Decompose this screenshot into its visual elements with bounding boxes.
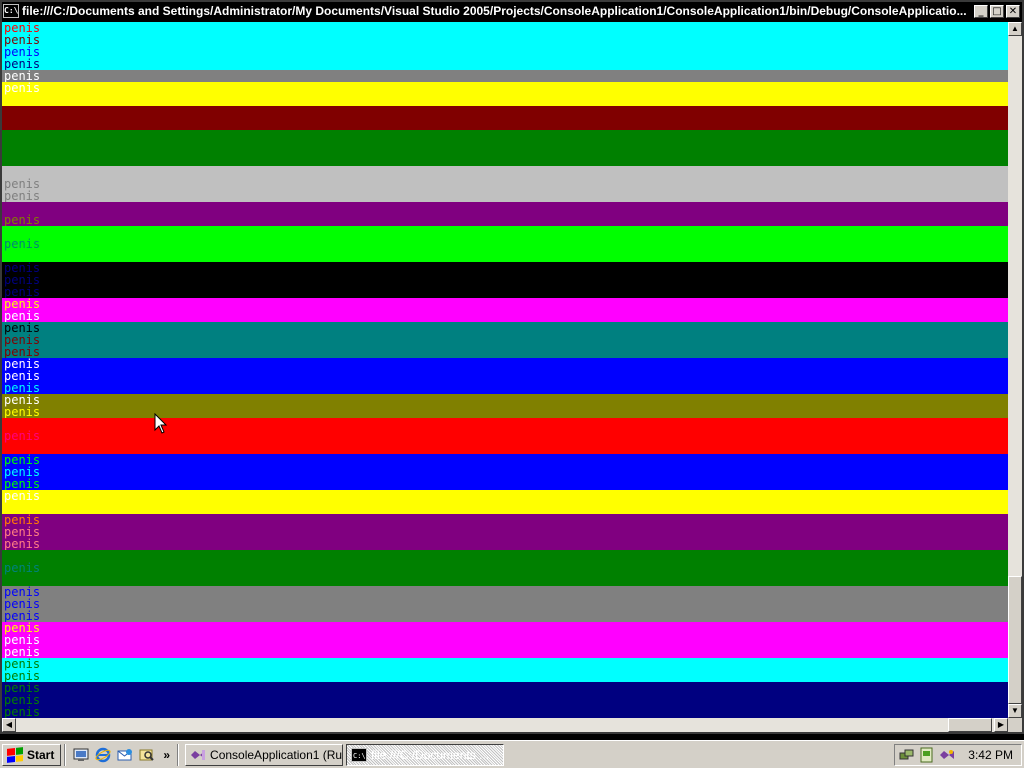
console-text-line: penis: [4, 705, 41, 718]
console-color-band: [2, 130, 1008, 166]
console-color-band: [2, 418, 1008, 454]
show-desktop-icon[interactable]: [73, 747, 89, 763]
scroll-down-arrow-icon[interactable]: ▼: [1008, 704, 1022, 718]
console-color-band: [2, 22, 1008, 70]
clock[interactable]: 3:42 PM: [968, 748, 1013, 762]
console-color-band: [2, 454, 1008, 490]
console-color-band: [2, 658, 1008, 682]
visual-studio-icon: [191, 749, 206, 760]
console-color-band: [2, 322, 1008, 358]
title-bar[interactable]: C:\ file:///C:/Documents and Settings/Ad…: [2, 2, 1022, 20]
outlook-express-icon[interactable]: [117, 747, 133, 763]
taskbar: Start » ConsoleApplication1 (Run... C:\ …: [0, 740, 1024, 768]
start-button[interactable]: Start: [2, 743, 62, 766]
horizontal-scroll-thumb[interactable]: [948, 718, 992, 732]
size-grip: [1008, 718, 1022, 732]
search-icon[interactable]: [139, 747, 155, 763]
console-color-band: [2, 166, 1008, 202]
vertical-scroll-thumb[interactable]: [1008, 576, 1022, 704]
console-color-band: [2, 514, 1008, 550]
task-label: file:///C:/Documents ...: [371, 747, 490, 762]
console-color-band: [2, 298, 1008, 322]
console-color-band: [2, 106, 1008, 130]
console-color-band: [2, 682, 1008, 718]
console-color-band: [2, 82, 1008, 106]
maximize-button[interactable]: □: [990, 4, 1004, 18]
quick-launch-bar: »: [69, 747, 174, 763]
start-label: Start: [27, 747, 55, 762]
console-app-icon[interactable]: C:\: [3, 4, 19, 18]
windows-logo-icon: [7, 746, 23, 763]
taskbar-separator: [64, 743, 67, 766]
minimize-button[interactable]: _: [974, 4, 988, 18]
svg-text:C:\: C:\: [353, 752, 366, 760]
console-output[interactable]: penis penis penis penis penis penis penis penis…: [2, 22, 1008, 718]
close-button[interactable]: ✕: [1006, 4, 1020, 18]
scroll-right-arrow-icon[interactable]: ▶: [994, 718, 1008, 732]
task-button-visual-studio[interactable]: ConsoleApplication1 (Run...: [185, 743, 344, 766]
console-window-icon: C:\: [351, 747, 368, 762]
taskbar-separator: [177, 743, 180, 766]
console-color-band: [2, 202, 1008, 226]
console-color-band: [2, 490, 1008, 514]
scroll-left-arrow-icon[interactable]: ◀: [2, 718, 16, 732]
system-tray: 3:42 PM: [894, 744, 1022, 766]
window-title: file:///C:/Documents and Settings/Admini…: [22, 4, 967, 18]
task-label: ConsoleApplication1 (Run...: [210, 747, 343, 762]
console-color-band: [2, 550, 1008, 586]
console-window: C:\ file:///C:/Documents and Settings/Ad…: [0, 0, 1024, 734]
console-color-band: [2, 70, 1008, 82]
visual-studio-tray-icon[interactable]: [939, 747, 955, 763]
document-icon[interactable]: [919, 747, 935, 763]
network-icon[interactable]: [899, 747, 915, 763]
horizontal-scrollbar[interactable]: ◀ ▶: [2, 718, 1008, 732]
task-button-console[interactable]: C:\ file:///C:/Documents ...: [346, 743, 505, 766]
console-color-band: [2, 622, 1008, 658]
console-color-band: [2, 394, 1008, 418]
internet-explorer-icon[interactable]: [95, 747, 111, 763]
console-color-band: [2, 586, 1008, 622]
mouse-cursor-icon: [154, 413, 168, 434]
console-color-band: [2, 262, 1008, 298]
console-color-band: [2, 226, 1008, 262]
quick-launch-more-button[interactable]: »: [163, 748, 170, 762]
vertical-scrollbar[interactable]: ▲ ▼: [1008, 22, 1022, 718]
scroll-up-arrow-icon[interactable]: ▲: [1008, 22, 1022, 36]
console-color-band: [2, 358, 1008, 394]
